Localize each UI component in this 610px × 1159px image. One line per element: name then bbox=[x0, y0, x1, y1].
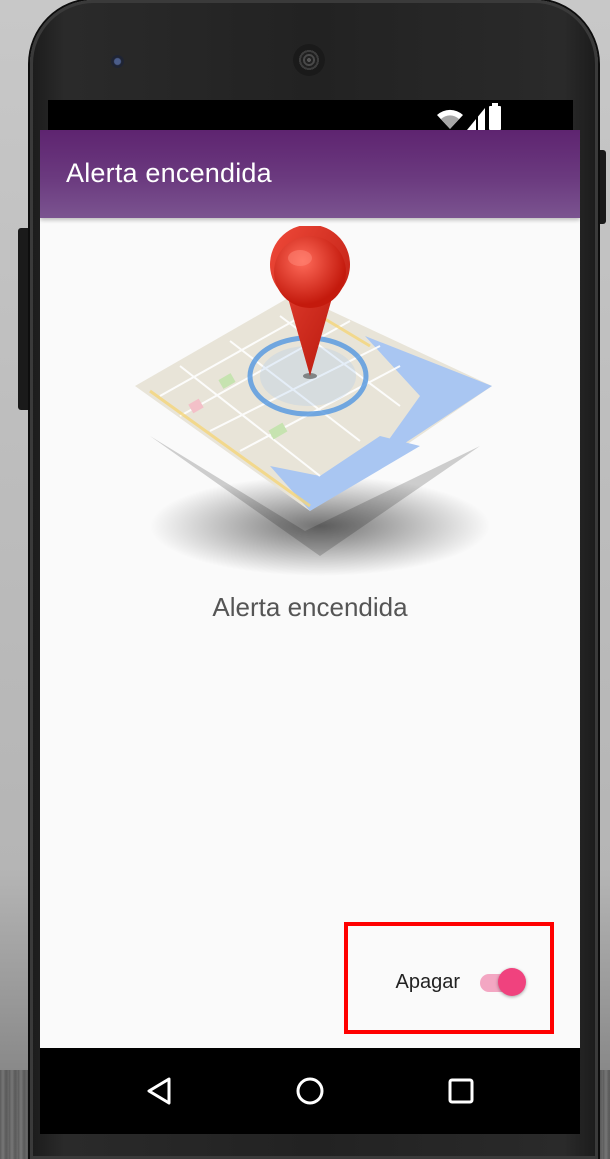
status-icons bbox=[437, 103, 501, 130]
signal-icon bbox=[467, 108, 485, 130]
switch-thumb bbox=[498, 968, 526, 996]
navigation-bar bbox=[40, 1048, 580, 1134]
recents-button[interactable] bbox=[438, 1068, 484, 1114]
back-button[interactable] bbox=[136, 1068, 182, 1114]
alert-status-text: Alerta encendida bbox=[212, 592, 408, 622]
back-icon bbox=[147, 1077, 171, 1105]
app-bar: Alerta encendida bbox=[40, 130, 580, 218]
map-pin-illustration bbox=[120, 224, 510, 586]
toggle-label: Apagar bbox=[395, 970, 461, 993]
map-pin-icon bbox=[135, 224, 492, 576]
wifi-icon bbox=[437, 109, 463, 129]
alert-toggle-switch[interactable] bbox=[478, 966, 528, 998]
home-button[interactable] bbox=[287, 1068, 333, 1114]
home-icon bbox=[296, 1077, 324, 1105]
earpiece-speaker bbox=[293, 44, 325, 76]
app-screen: Alerta encendida Alerta encendida Apagar bbox=[40, 130, 580, 1048]
toggle-row: Apagar bbox=[396, 966, 529, 998]
recents-icon bbox=[448, 1078, 474, 1104]
battery-icon bbox=[489, 103, 501, 130]
status-bar bbox=[48, 100, 573, 132]
front-camera bbox=[111, 55, 124, 68]
app-bar-title: Alerta encendida bbox=[66, 158, 272, 188]
